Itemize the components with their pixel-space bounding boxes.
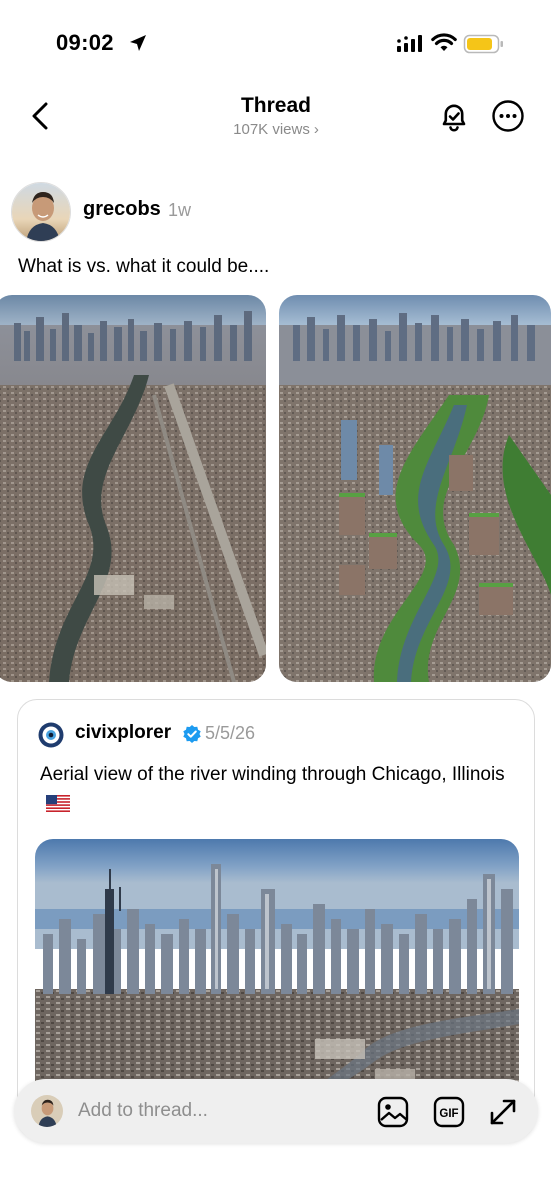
status-bar: 09:02 (0, 0, 552, 90)
gif-button[interactable]: GIF (432, 1095, 466, 1129)
add-to-thread-input[interactable] (78, 1097, 358, 1125)
wifi-icon (431, 33, 457, 51)
avatar-image (12, 183, 70, 241)
post-image-reimagined[interactable] (279, 295, 551, 682)
header: Thread 107K views › (0, 90, 552, 150)
chevron-right-icon: › (313, 121, 319, 138)
signal-icon (397, 35, 422, 52)
expand-icon[interactable] (486, 1095, 520, 1129)
quote-username[interactable]: civixplorer (75, 722, 171, 744)
image-icon[interactable] (376, 1095, 410, 1129)
aerial-city-image (0, 295, 266, 682)
quote-date: 5/5/26 (205, 723, 256, 743)
status-time: 09:02 (56, 30, 114, 55)
verified-badge-icon (183, 725, 201, 743)
gif-icon: GIF (433, 1096, 465, 1128)
us-flag-icon (46, 795, 70, 812)
post-timestamp: 1w (168, 200, 192, 220)
post-text: What is vs. what it could be.... (18, 256, 270, 277)
more-dots-icon[interactable] (491, 99, 525, 133)
post-username[interactable]: grecobs (83, 198, 161, 221)
post-image-current[interactable] (0, 295, 266, 682)
bell-check-icon[interactable] (437, 100, 471, 134)
composer-avatar-image (31, 1095, 63, 1127)
quoted-post-card[interactable]: civixplorer 5/5/26 Aerial view of the ri… (17, 699, 535, 1139)
composer-avatar (31, 1095, 63, 1127)
gif-label: GIF (439, 1108, 458, 1120)
quote-avatar-eye-icon (38, 722, 64, 748)
quote-text: Aerial view of the river winding through… (40, 760, 520, 818)
battery-icon (463, 34, 503, 54)
views-label: 107K views (233, 121, 310, 138)
location-arrow-icon (130, 35, 146, 51)
quote-text-body: Aerial view of the river winding through… (40, 764, 505, 785)
aerial-city-green-image (279, 295, 551, 682)
reply-composer: GIF (14, 1079, 538, 1143)
avatar[interactable] (11, 182, 71, 242)
